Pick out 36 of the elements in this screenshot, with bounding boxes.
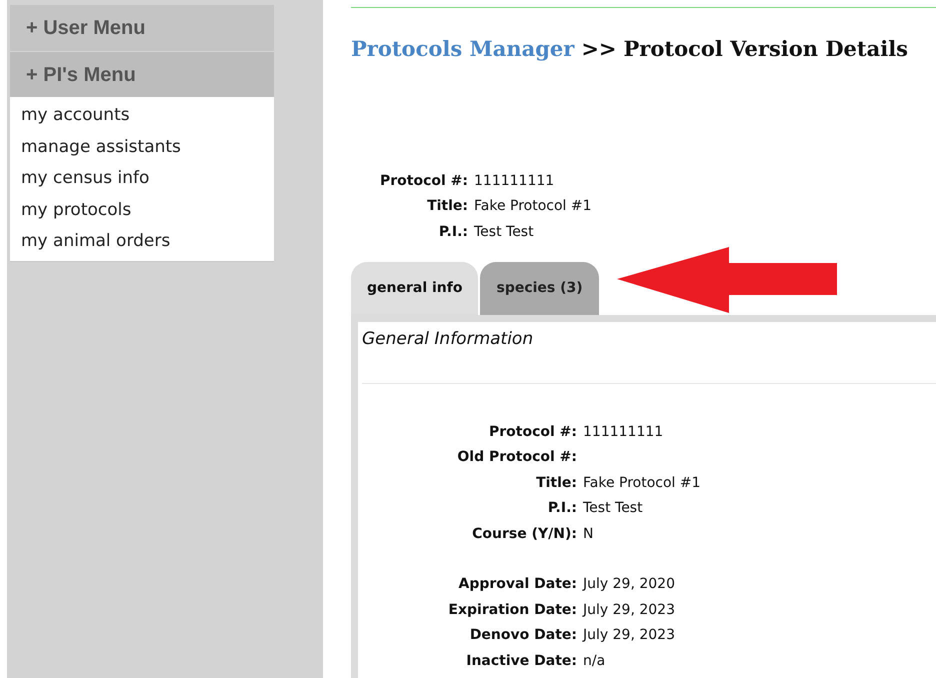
field-label: P.I.: (546, 499, 577, 518)
menu-link[interactable]: my animal orders (21, 226, 263, 258)
page-title: Protocol Version Details (624, 35, 908, 63)
menu-link[interactable]: my accounts (21, 100, 263, 132)
tab[interactable]: general info (351, 262, 478, 315)
menu-header[interactable]: + PI's Menu (10, 51, 274, 97)
field-value: 111111111 (583, 422, 664, 442)
menu-link[interactable]: my census info (21, 163, 263, 194)
field-value: Fake Protocol #1 (583, 474, 701, 492)
field-label: Protocol #: (488, 422, 577, 442)
breadcrumb-separator: >> (581, 35, 617, 63)
field-value: n/a (583, 652, 606, 670)
menu-link[interactable]: my protocols (21, 194, 263, 226)
field-value: 111111111 (474, 172, 554, 190)
field-label: P.I.: (438, 222, 468, 242)
field-label: Inactive Date: (465, 652, 577, 670)
field-label: Expiration Date: (447, 600, 577, 620)
breadcrumb-link[interactable]: Protocols Manager (351, 33, 574, 64)
menu-header[interactable]: + User Menu (10, 5, 274, 51)
tab[interactable]: species (3) (480, 262, 599, 315)
field-label: Title: (426, 197, 468, 216)
field-label: Approval Date: (457, 575, 577, 594)
field-label: Title: (535, 474, 577, 492)
field-value: Fake Protocol #1 (474, 197, 592, 216)
field-value: July 29, 2023 (583, 626, 675, 645)
field-value: July 29, 2020 (583, 575, 675, 594)
panel-heading: General Information (362, 328, 534, 351)
field-value: N (583, 524, 594, 544)
field-label: Course (Y/N): (471, 524, 577, 544)
menu-link[interactable]: manage assistants (21, 132, 263, 163)
field-value: Test Test (583, 499, 643, 518)
field-label: Old Protocol #: (456, 448, 577, 467)
field-label: Protocol #: (378, 172, 468, 190)
field-value: Test Test (474, 222, 534, 242)
field-label: Denovo Date: (468, 626, 577, 645)
field-value: July 29, 2023 (583, 600, 675, 620)
